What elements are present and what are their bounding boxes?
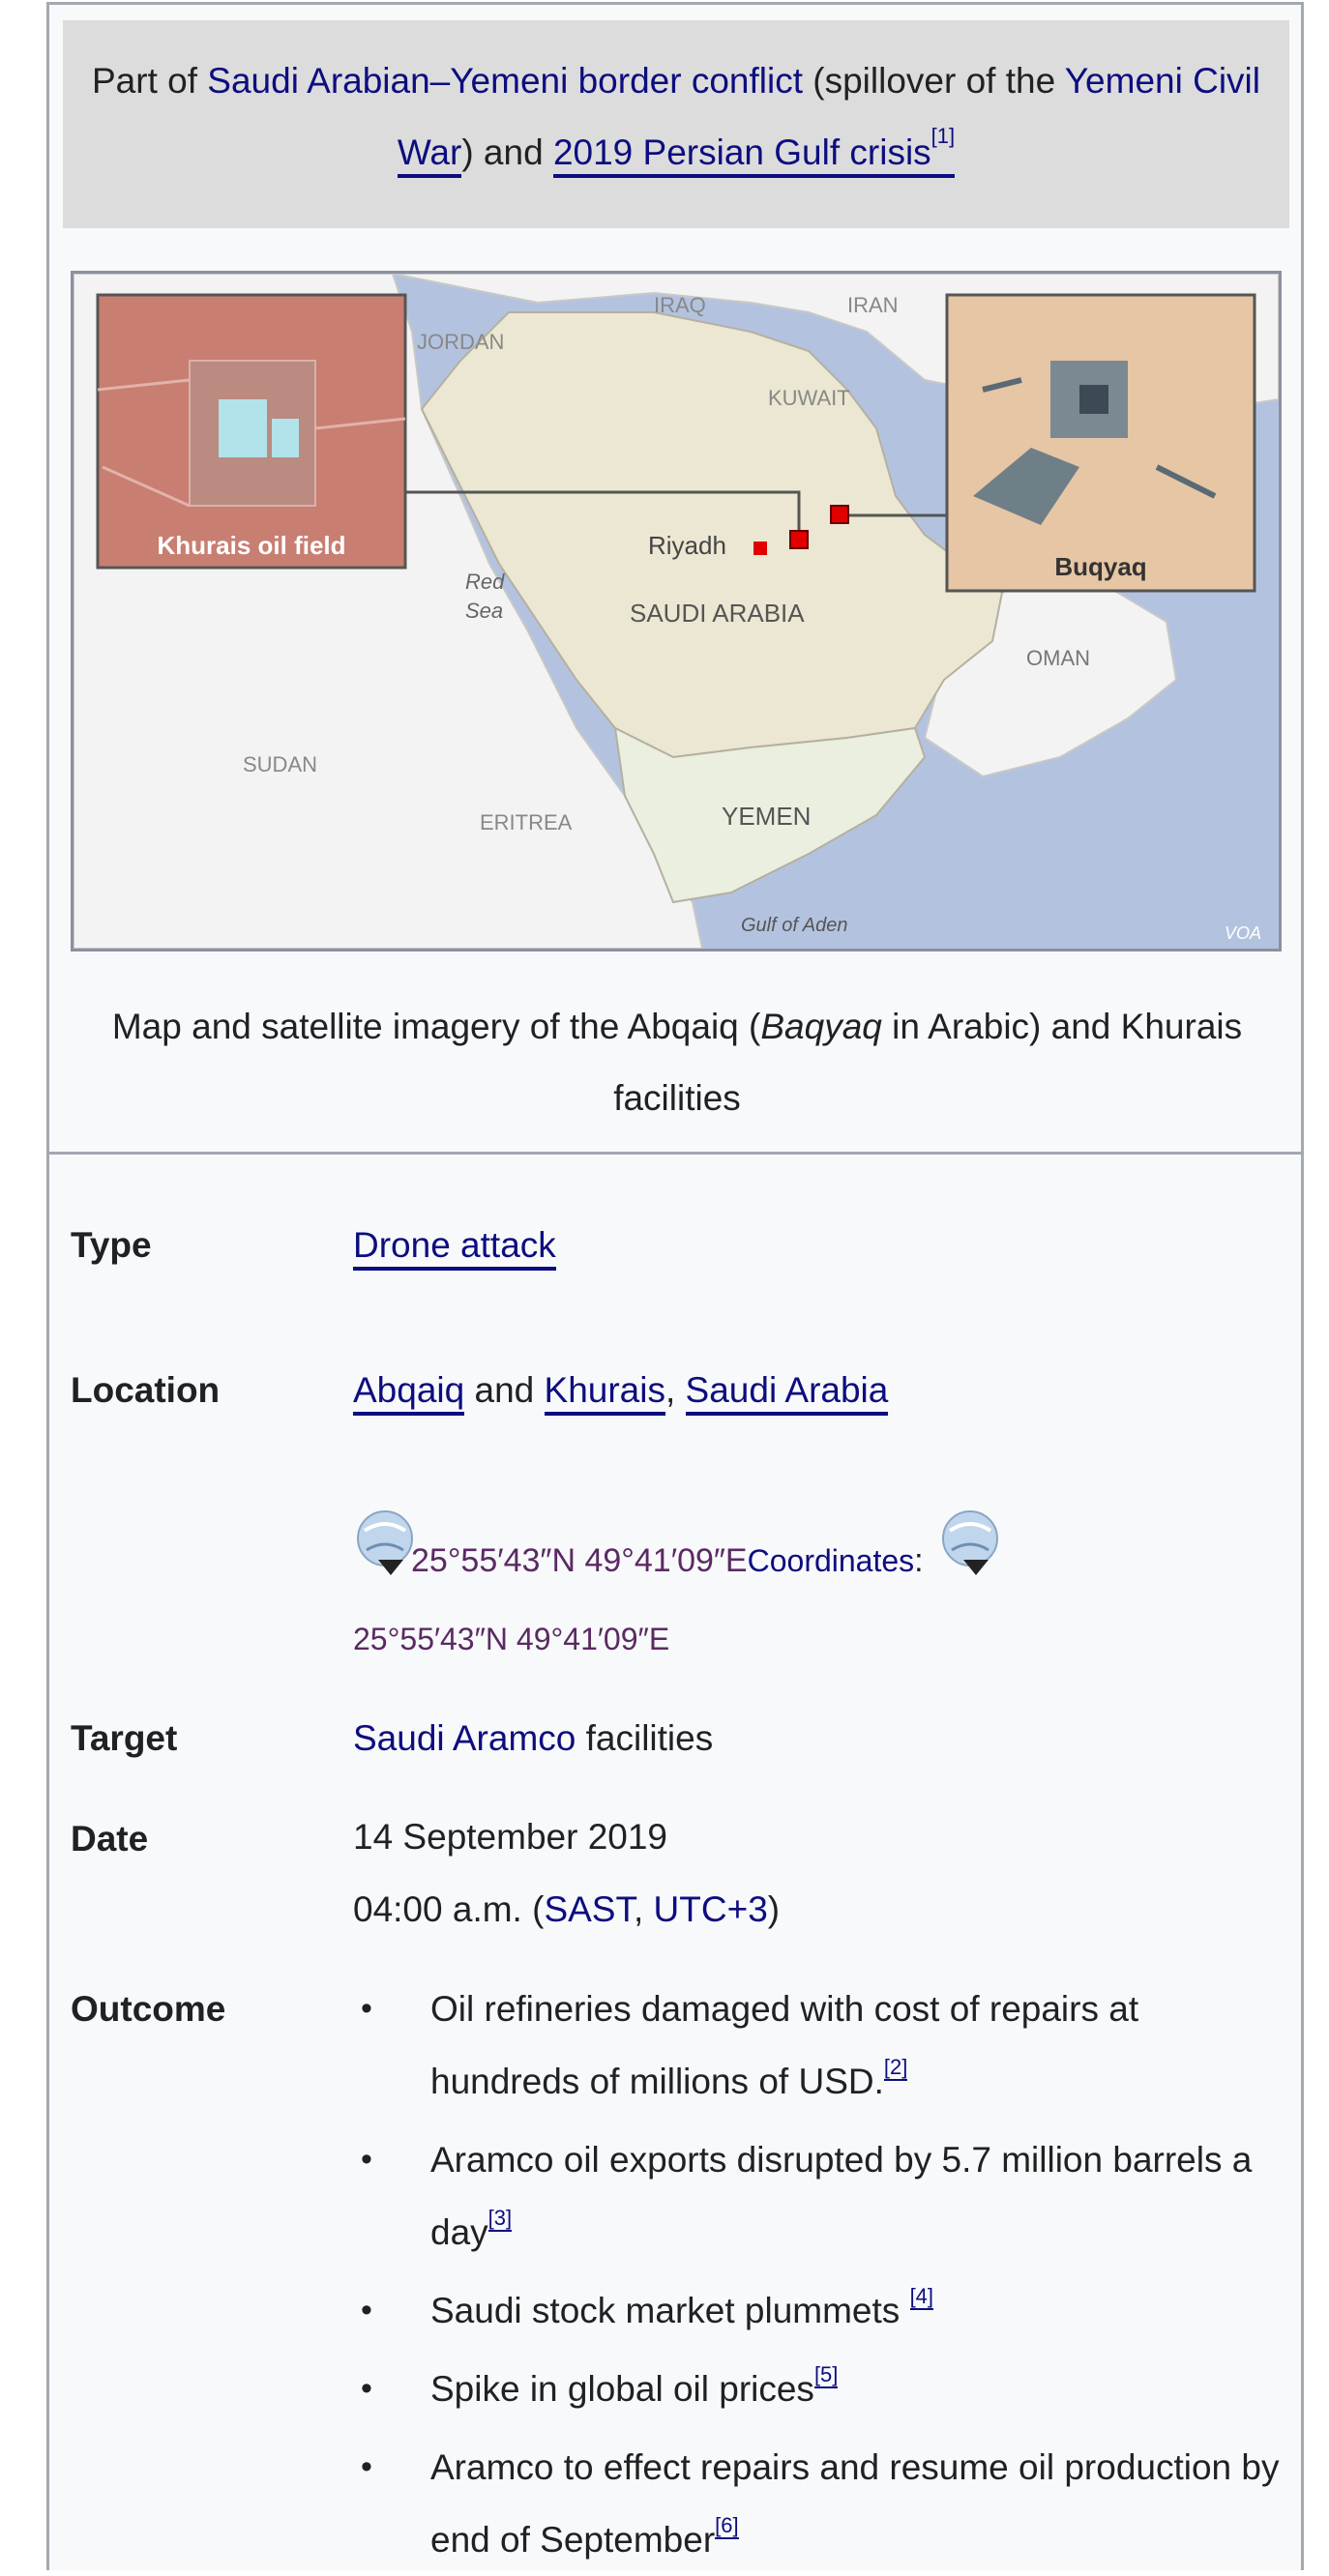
link-khurais[interactable]: Khurais [544,1370,665,1416]
khurais-inset-image: Khurais oil field [96,293,407,570]
coordinates-secondary: 25°55′43″N 49°41′09″E [353,1622,669,1657]
list-item: Aramco oil exports disrupted by 5.7 mill… [353,2123,1282,2269]
link-yemeni-civil-war[interactable]: Yemeni Civil [1065,61,1260,101]
time-text: 04:00 a.m. ( [353,1889,545,1929]
coordinates-line: 25°55′43″N 49°41′09″ECoordinates: [353,1509,999,1580]
link-sast[interactable]: SAST [544,1889,634,1929]
outcome-text: Aramco to effect repairs and resume oil … [430,2447,1280,2560]
list-item: Spike in global oil prices[5] [353,2353,1282,2425]
coordinates-colon: : [914,1542,924,1579]
outcome-text: Oil refineries damaged with cost of repa… [430,1989,1139,2101]
khurais-inset-label: Khurais oil field [157,531,345,560]
ref-6[interactable]: [6] [715,2513,739,2539]
infobox-above-header: Part of Saudi Arabian–Yemeni border conf… [63,20,1289,228]
location-label: Location [71,1370,221,1410]
target-value: Saudi Aramco facilities [353,1718,713,1759]
map-label-iraq: IRAQ [654,293,706,317]
map-label-jordan: JORDAN [417,330,504,354]
map-credit: VOA [1225,923,1261,943]
coordinates-link-2[interactable]: 25°55′43″N 49°41′09″E [353,1622,669,1656]
and-text: and [464,1370,545,1410]
comma: , [664,1370,686,1410]
caption-text-2: in Arabic) and Khurais [881,1007,1243,1046]
map-caption: Map and satellite imagery of the Abqaiq … [63,991,1291,1134]
link-utc3[interactable]: UTC+3 [654,1889,768,1929]
outcome-text: Spike in global oil prices [430,2369,814,2409]
map-label-riyadh: Riyadh [648,531,726,560]
ref-4[interactable]: [4] [909,2284,934,2310]
abqaiq-marker [830,505,849,524]
link-saudi-arabia[interactable]: Saudi Arabia [685,1370,889,1416]
outcome-list: Oil refineries damaged with cost of repa… [353,1973,1282,2576]
buqyaq-inset-label: Buqyaq [1054,552,1146,581]
link-yemeni-civil-war-cont[interactable]: War [397,132,462,178]
coordinates-link[interactable]: 25°55′43″N 49°41′09″E [411,1542,748,1579]
type-value: Drone attack [353,1225,556,1271]
type-label: Type [71,1225,152,1265]
close-paren: ) [461,132,474,172]
date-value: 14 September 2019 04:00 a.m. (SAST, UTC+… [353,1800,780,1946]
attack-map-image[interactable]: IRAQ IRAN JORDAN KUWAIT Riyadh Red Sea S… [71,271,1282,951]
caption-italic: Baqyaq [760,1007,882,1046]
globe-icon[interactable] [353,1509,413,1575]
riyadh-marker [753,542,767,555]
list-item: Oil refineries damaged with cost of repa… [353,1973,1282,2118]
outcome-label: Outcome [71,1989,226,2029]
date-label: Date [71,1819,149,1859]
map-label-saudi-arabia: SAUDI ARABIA [630,599,805,628]
caption-text-3: facilities [613,1078,741,1118]
link-2019-persian-gulf-crisis[interactable]: 2019 Persian Gulf crisis [553,132,931,172]
map-label-red: Red [465,570,505,594]
map-label-yemen: YEMEN [722,802,811,831]
time-sep: , [633,1889,654,1929]
map-label-eritrea: ERITREA [480,810,573,834]
map-label-gulf-of-aden: Gulf of Aden [741,915,847,936]
link-saudi-yemeni-border-conflict[interactable]: Saudi Arabian–Yemeni border conflict [207,61,803,101]
date-line: 14 September 2019 [353,1817,668,1857]
globe-icon[interactable] [938,1509,999,1575]
time-line: 04:00 a.m. (SAST, UTC+3) [353,1873,780,1946]
target-label: Target [71,1718,178,1758]
outcome-text: Aramco oil exports disrupted by 5.7 mill… [430,2140,1253,2252]
ref-5[interactable]: [5] [813,2362,839,2388]
spillover-text: (spillover of the [802,61,1065,101]
link-drone-attack[interactable]: Drone attack [353,1225,556,1271]
map-svg: IRAQ IRAN JORDAN KUWAIT Riyadh Red Sea S… [73,273,1280,950]
caption-text-1: Map and satellite imagery of the Abqaiq … [111,1007,761,1046]
map-label-iran: IRAN [847,293,899,317]
divider [49,1152,1303,1155]
target-rest: facilities [576,1718,714,1758]
location-value: Abqaiq and Khurais, Saudi Arabia [353,1370,889,1416]
map-label-sea: Sea [465,599,503,623]
ref-1[interactable]: [1] [931,124,955,148]
infobox: Part of Saudi Arabian–Yemeni border conf… [46,2,1304,2570]
khurais-marker [789,530,809,549]
outcome-text: Saudi stock market plummets [430,2291,910,2330]
list-item: Saudi stock market plummets [4] [353,2274,1282,2347]
map-label-sudan: SUDAN [243,752,317,776]
link-abqaiq[interactable]: Abqaiq [353,1370,465,1416]
map-label-oman: OMAN [1026,646,1090,670]
list-item: Aramco to effect repairs and resume oil … [353,2431,1282,2576]
coordinates-label-link[interactable]: Coordinates [748,1543,915,1578]
ref-2[interactable]: [2] [883,2055,908,2081]
time-close: ) [767,1889,781,1929]
buqyaq-inset-image: Buqyaq [945,293,1256,593]
map-label-kuwait: KUWAIT [768,386,850,410]
and-text: and [473,132,553,172]
ref-3[interactable]: [3] [487,2206,513,2232]
part-of-prefix: Part of [92,61,208,101]
link-saudi-aramco[interactable]: Saudi Aramco [353,1718,576,1758]
